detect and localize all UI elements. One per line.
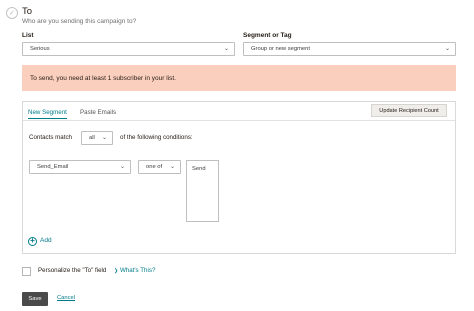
list-select[interactable]: Serious ⌄ bbox=[22, 42, 235, 56]
chevron-down-icon: ⌄ bbox=[101, 135, 107, 142]
chevron-down-icon: ⌄ bbox=[169, 164, 175, 171]
match-select-value: all bbox=[89, 135, 95, 141]
segment-select-value: Group or new segment bbox=[251, 46, 310, 52]
conditions-label: of the following conditions: bbox=[120, 134, 193, 141]
chevron-down-icon: ⌄ bbox=[444, 46, 450, 53]
list-select-value: Serious bbox=[30, 46, 50, 52]
condition-operator-value: one of bbox=[146, 164, 163, 170]
chevron-right-icon: ❯ bbox=[114, 268, 119, 274]
panel-divider bbox=[23, 120, 455, 121]
segment-label: Segment or Tag bbox=[243, 32, 292, 39]
match-select[interactable]: all ⌄ bbox=[81, 131, 113, 145]
update-recipient-count-button[interactable]: Update Recipient Count bbox=[371, 104, 447, 117]
section-title: To bbox=[22, 6, 33, 17]
segment-select[interactable]: Group or new segment ⌄ bbox=[243, 42, 456, 56]
tab-new-segment[interactable]: New Segment bbox=[28, 109, 67, 119]
condition-values-listbox[interactable]: Send bbox=[186, 160, 219, 222]
listbox-option[interactable]: Send bbox=[192, 166, 206, 172]
condition-field-value: Send_Email bbox=[37, 164, 69, 170]
alert-text: To send, you need at least 1 subscriber … bbox=[30, 74, 176, 82]
personalize-checkbox[interactable] bbox=[22, 267, 31, 276]
cancel-link[interactable]: Cancel bbox=[57, 295, 75, 301]
add-circle-icon[interactable]: + bbox=[28, 237, 37, 246]
personalize-label: Personalize the "To" field bbox=[38, 267, 107, 274]
chevron-down-icon: ⌄ bbox=[223, 46, 229, 53]
whats-this-link[interactable]: ❯ What's This? bbox=[114, 267, 155, 274]
save-button[interactable]: Save bbox=[22, 292, 48, 306]
chevron-down-icon: ⌄ bbox=[119, 164, 125, 171]
contacts-match-label: Contacts match bbox=[29, 134, 72, 141]
add-condition-link[interactable]: Add bbox=[40, 237, 52, 244]
segment-builder-panel bbox=[22, 101, 456, 254]
subscriber-warning-alert: To send, you need at least 1 subscriber … bbox=[22, 65, 456, 91]
whats-this-label: What's This? bbox=[119, 267, 156, 274]
step-check-icon: ✓ bbox=[6, 7, 18, 19]
list-label: List bbox=[22, 32, 34, 39]
condition-operator-select[interactable]: one of ⌄ bbox=[138, 160, 181, 174]
tab-paste-emails[interactable]: Paste Emails bbox=[80, 109, 116, 116]
section-subtitle: Who are you sending this campaign to? bbox=[22, 18, 137, 25]
condition-field-select[interactable]: Send_Email ⌄ bbox=[29, 160, 131, 174]
